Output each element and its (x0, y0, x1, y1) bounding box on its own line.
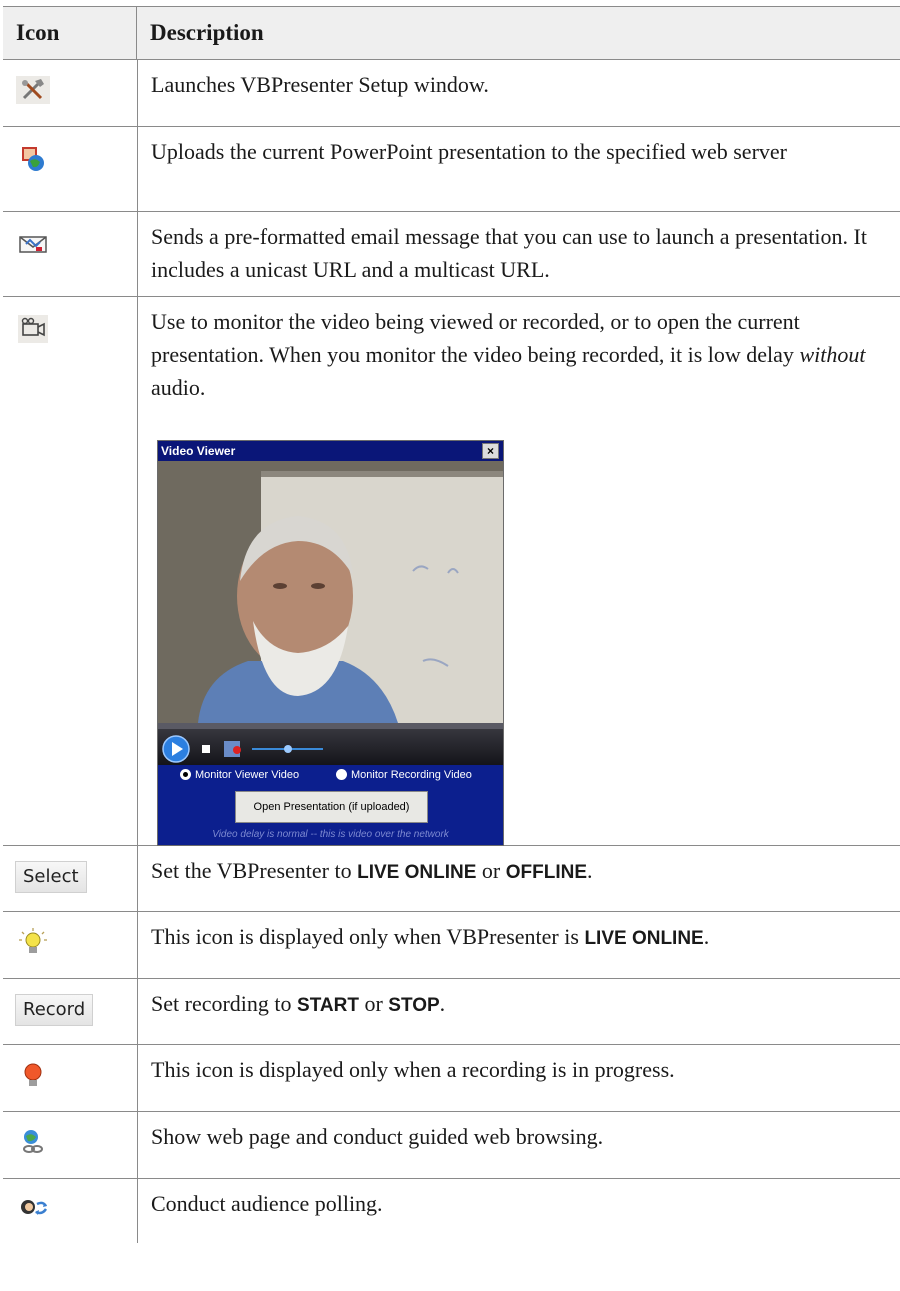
table-row: This icon is displayed only when VBPrese… (3, 912, 900, 979)
row-text: Set recording to START or STOP. (151, 991, 446, 1016)
header-icon: Icon (3, 7, 137, 59)
record-button[interactable]: Record (15, 994, 94, 1026)
table-row: Uploads the current PowerPoint presentat… (3, 127, 900, 212)
row-text: Use to monitor the video being viewed or… (151, 309, 866, 400)
header-description: Description (150, 20, 264, 45)
row-text: This icon is displayed only when VBPrese… (151, 924, 710, 949)
video-delay-note: Video delay is normal -- this is video o… (212, 829, 449, 840)
radio-unselected-icon (336, 769, 347, 780)
row-text: Show web page and conduct guided web bro… (151, 1124, 604, 1149)
monitor-viewer-radio[interactable]: Monitor Viewer Video (180, 769, 299, 781)
table-row: Record Set recording to START or STOP. (3, 979, 900, 1045)
radio-selected-icon (180, 769, 191, 780)
monitor-recording-radio[interactable]: Monitor Recording Video (336, 769, 472, 781)
tools-icon (16, 76, 50, 104)
row-text: Conduct audience polling. (151, 1191, 383, 1216)
table-row: Sends a pre-formatted email message that… (3, 212, 900, 297)
window-titlebar: Video Viewer × (158, 441, 503, 461)
row-text: Sends a pre-formatted email message that… (151, 224, 867, 282)
row-text: Uploads the current PowerPoint presentat… (151, 139, 787, 164)
upload-globe-icon (22, 147, 44, 171)
table-row: Launches VBPresenter Setup window. (3, 60, 900, 127)
row-text: Set the VBPresenter to LIVE ONLINE or OF… (151, 858, 593, 883)
open-presentation-button[interactable]: Open Presentation (if uploaded) (235, 791, 428, 823)
table-row: This icon is displayed only when a recor… (3, 1045, 900, 1112)
table-header: Icon Description (3, 6, 900, 60)
audience-poll-icon (21, 1200, 48, 1215)
close-icon[interactable]: × (482, 443, 499, 459)
player-controls-graphic (158, 723, 503, 763)
select-button[interactable]: Select (15, 861, 87, 893)
video-frame (158, 461, 503, 723)
player-controls (158, 723, 503, 765)
row-text: This icon is displayed only when a recor… (151, 1057, 675, 1082)
email-envelope-icon (19, 236, 47, 253)
table-row: Select Set the VBPresenter to LIVE ONLIN… (3, 846, 900, 912)
video-viewer-window: Video Viewer × Monitor Viewer Video Moni… (157, 440, 504, 846)
yellow-lightbulb-icon (19, 928, 47, 953)
table-row: Conduct audience polling. (3, 1179, 900, 1243)
video-camera-icon (18, 315, 48, 343)
red-lightbulb-icon (24, 1063, 42, 1086)
table-row: Show web page and conduct guided web bro… (3, 1112, 900, 1179)
web-link-icon (23, 1130, 43, 1153)
row-text: Launches VBPresenter Setup window. (151, 72, 489, 97)
